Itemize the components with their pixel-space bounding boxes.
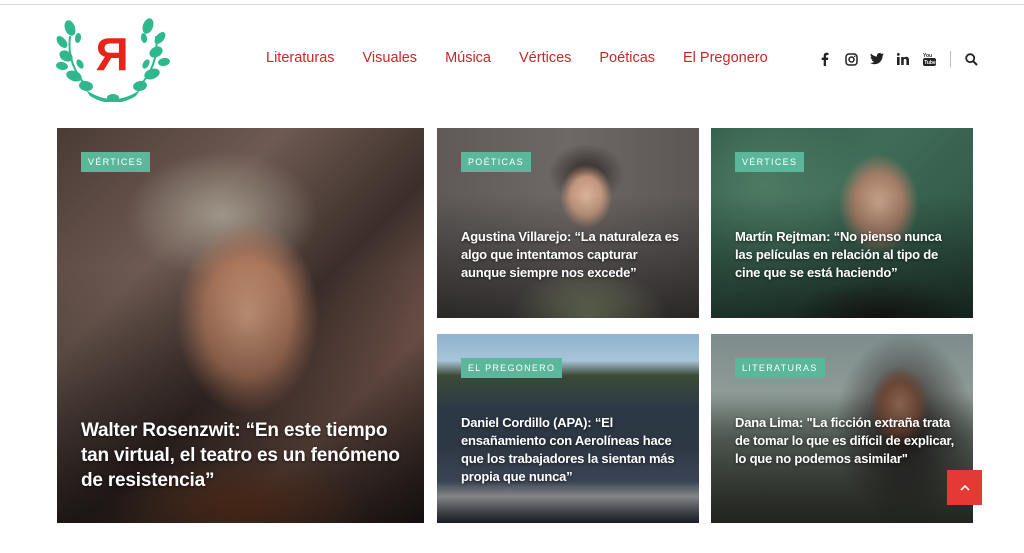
featured-article-card[interactable]: Vértices Walter Rosenzwit: “En este tiem… <box>57 128 424 523</box>
youtube-icon[interactable]: You Tube <box>922 52 936 66</box>
site-logo[interactable]: R <box>56 16 170 103</box>
article-card[interactable]: El Pregonero Daniel Cordillo (APA): “El … <box>437 334 699 523</box>
article-card[interactable]: Vértices Martín Rejtman: “No pienso nunc… <box>711 128 973 318</box>
facebook-icon[interactable] <box>818 52 832 66</box>
article-card[interactable]: Literaturas Dana Lima: "La ficción extra… <box>711 334 973 523</box>
nav-item-visuales[interactable]: Visuales <box>363 50 418 66</box>
nav-item-poeticas[interactable]: Poéticas <box>599 50 655 66</box>
scroll-to-top-button[interactable] <box>947 470 982 505</box>
nav-item-musica[interactable]: Música <box>445 50 491 66</box>
nav-item-el-pregonero[interactable]: El Pregonero <box>683 50 768 66</box>
article-title[interactable]: Martín Rejtman: “No pienso nunca las pel… <box>735 228 955 282</box>
article-title[interactable]: Dana Lima: "La ficción extraña trata de … <box>735 414 955 468</box>
article-title[interactable]: Daniel Cordillo (APA): “El ensañamiento … <box>461 414 681 486</box>
laurel-logo-icon: R <box>56 18 170 103</box>
category-tag[interactable]: Vértices <box>81 152 151 172</box>
linkedin-icon[interactable] <box>896 52 910 66</box>
main-nav: Literaturas Visuales Música Vértices Poé… <box>266 50 768 66</box>
category-tag[interactable]: El Pregonero <box>461 358 563 378</box>
search-icon[interactable] <box>964 52 978 66</box>
chevron-up-icon <box>959 484 970 491</box>
twitter-icon[interactable] <box>870 52 884 66</box>
instagram-icon[interactable] <box>844 52 858 66</box>
article-title[interactable]: Walter Rosenzwit: “En este tiempo tan vi… <box>81 418 406 493</box>
nav-item-vertices[interactable]: Vértices <box>519 50 571 66</box>
social-links: You Tube <box>818 51 990 67</box>
article-title[interactable]: Agustina Villarejo: “La naturaleza es al… <box>461 228 681 282</box>
category-tag[interactable]: Poéticas <box>461 152 531 172</box>
article-card[interactable]: Poéticas Agustina Villarejo: “La natural… <box>437 128 699 318</box>
svg-text:Tube: Tube <box>924 60 936 66</box>
nav-item-literaturas[interactable]: Literaturas <box>266 50 335 66</box>
category-tag[interactable]: Literaturas <box>735 358 825 378</box>
logo-letter: R <box>95 28 128 80</box>
top-border <box>0 4 1024 5</box>
social-divider <box>950 51 951 67</box>
category-tag[interactable]: Vértices <box>735 152 805 172</box>
